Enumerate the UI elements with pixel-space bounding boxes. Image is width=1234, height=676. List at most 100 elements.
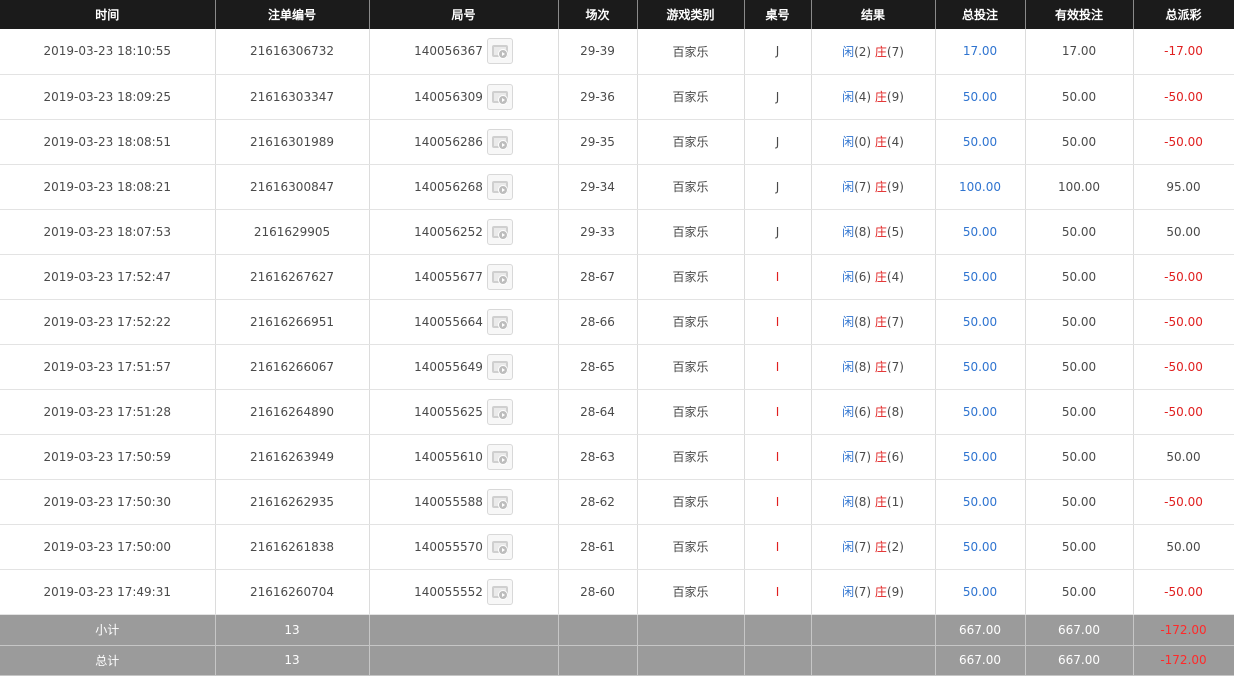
result-banker-score: (9) (886, 585, 904, 599)
row-game: 百家乐 (637, 299, 745, 345)
subtotal-row: 小计 13 667.00 667.00 -172.00 (0, 614, 1234, 646)
result-banker-label: 庄 (874, 495, 887, 509)
row-session: 29-35 (558, 119, 638, 165)
row-result: 闲(8) 庄(5) (811, 209, 936, 255)
table-row: 2019-03-23 17:51:28 21616264890 140055625 2… (0, 389, 1234, 435)
row-table: I (744, 569, 812, 615)
row-game: 百家乐 (637, 254, 745, 300)
grandtotal-row: 总计 13 667.00 667.00 -172.00 (0, 645, 1234, 676)
col-session-header: 场次 (558, 0, 638, 29)
result-banker-score: (4) (886, 270, 904, 284)
result-banker-label: 庄 (874, 44, 887, 59)
row-result: 闲(8) 庄(7) (811, 299, 936, 345)
row-round-id: 140056309 (414, 89, 483, 104)
row-bet-id: 21616260704 (215, 569, 370, 615)
col-game-header: 游戏类别 (637, 0, 745, 29)
row-valid-bet: 50.00 (1025, 434, 1134, 480)
row-round: 140056268 (369, 164, 559, 210)
row-total-bet: 50.00 (935, 434, 1026, 480)
result-player-score: (8) (854, 495, 872, 509)
row-session: 29-36 (558, 74, 638, 120)
result-banker-label: 庄 (874, 225, 887, 239)
row-valid-bet: 100.00 (1025, 164, 1134, 210)
video-replay-icon[interactable] (486, 308, 513, 335)
row-round: 140055625 (369, 389, 559, 435)
video-replay-icon[interactable] (486, 83, 513, 110)
row-game: 百家乐 (637, 524, 745, 570)
row-game: 百家乐 (637, 29, 745, 75)
row-time: 2019-03-23 18:08:21 (0, 164, 216, 210)
result-banker-label: 庄 (874, 315, 887, 329)
row-payout: 50.00 (1133, 524, 1234, 570)
row-bet-id: 21616301989 (215, 119, 370, 165)
video-replay-icon[interactable] (486, 38, 513, 65)
grandtotal-payout: -172.00 (1133, 645, 1234, 676)
row-session: 29-33 (558, 209, 638, 255)
row-round: 140056286 (369, 119, 559, 165)
row-valid-bet: 50.00 (1025, 479, 1134, 525)
row-time: 2019-03-23 17:50:59 (0, 434, 216, 480)
video-replay-icon[interactable] (486, 218, 513, 245)
table-row: 2019-03-23 18:08:21 21616300847 140056268 2… (0, 164, 1234, 210)
row-time: 2019-03-23 17:50:00 (0, 524, 216, 570)
row-game: 百家乐 (637, 434, 745, 480)
row-bet-id: 21616262935 (215, 479, 370, 525)
result-player-label: 闲 (842, 225, 855, 239)
row-total-bet: 50.00 (935, 389, 1026, 435)
result-banker-label: 庄 (874, 540, 887, 554)
video-replay-icon[interactable] (486, 128, 513, 155)
col-table-header: 桌号 (744, 0, 812, 29)
result-banker-score: (2) (886, 540, 904, 554)
video-replay-icon[interactable] (486, 488, 513, 515)
video-replay-icon[interactable] (486, 533, 513, 560)
grandtotal-total-bet: 667.00 (935, 645, 1026, 676)
result-player-score: (7) (854, 585, 872, 599)
row-payout: -50.00 (1133, 119, 1234, 165)
grandtotal-count: 13 (215, 645, 370, 676)
video-replay-icon[interactable] (486, 353, 513, 380)
row-round: 140056252 (369, 209, 559, 255)
row-payout: -17.00 (1133, 29, 1234, 75)
row-total-bet: 50.00 (935, 209, 1026, 255)
row-total-bet: 50.00 (935, 119, 1026, 165)
result-banker-score: (7) (886, 44, 904, 59)
row-round-id: 140056367 (414, 44, 483, 59)
result-player-label: 闲 (842, 44, 855, 59)
row-game: 百家乐 (637, 569, 745, 615)
video-replay-icon[interactable] (486, 263, 513, 290)
col-total-bet-header: 总投注 (935, 0, 1026, 29)
row-game: 百家乐 (637, 164, 745, 210)
row-bet-id: 21616303347 (215, 74, 370, 120)
result-player-score: (7) (854, 180, 872, 194)
row-total-bet: 100.00 (935, 164, 1026, 210)
row-round-id: 140055570 (414, 539, 483, 554)
row-table: I (744, 389, 812, 435)
video-replay-icon[interactable] (486, 173, 513, 200)
result-player-score: (6) (854, 405, 872, 419)
row-round: 140056309 (369, 74, 559, 120)
row-table: J (744, 209, 812, 255)
result-player-label: 闲 (842, 585, 855, 599)
table-row: 2019-03-23 17:50:30 21616262935 140055588 2… (0, 479, 1234, 525)
row-result: 闲(7) 庄(9) (811, 569, 936, 615)
result-player-label: 闲 (842, 495, 855, 509)
video-replay-icon[interactable] (486, 443, 513, 470)
result-banker-score: (7) (886, 315, 904, 329)
result-banker-label: 庄 (874, 90, 887, 104)
result-player-label: 闲 (842, 360, 855, 374)
video-replay-icon[interactable] (486, 398, 513, 425)
row-table: I (744, 524, 812, 570)
row-total-bet: 17.00 (935, 29, 1026, 75)
grandtotal-valid-bet: 667.00 (1025, 645, 1134, 676)
table-row: 2019-03-23 18:08:51 21616301989 140056286 2… (0, 119, 1234, 165)
row-round-id: 140056286 (414, 134, 483, 149)
result-player-score: (8) (854, 360, 872, 374)
row-result: 闲(7) 庄(9) (811, 164, 936, 210)
row-session: 28-63 (558, 434, 638, 480)
row-round-id: 140055649 (414, 359, 483, 374)
row-valid-bet: 50.00 (1025, 389, 1134, 435)
video-replay-icon[interactable] (486, 578, 513, 605)
row-round: 140055610 (369, 434, 559, 480)
row-time: 2019-03-23 18:10:55 (0, 29, 216, 75)
row-payout: -50.00 (1133, 389, 1234, 435)
